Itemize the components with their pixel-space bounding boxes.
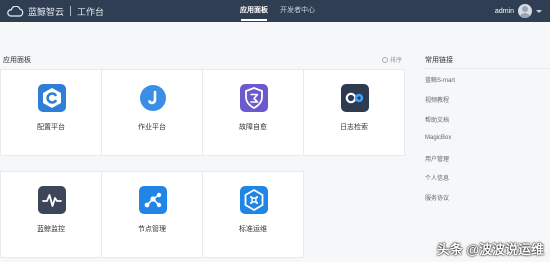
common-links-panel: 常用链接 蓝鲸S-mart 视频教程 帮助文档 MagicBox 用户管理 个人…: [406, 46, 550, 262]
nav-developer-center[interactable]: 开发者中心: [280, 0, 315, 22]
node-management-icon: [139, 186, 167, 214]
watermark: 头条 @波波说运维: [436, 242, 544, 257]
monitor-icon: [38, 186, 66, 214]
top-navigation-bar: 蓝鲸智云 工作台 应用面板 开发者中心 admin: [0, 0, 550, 22]
link-item[interactable]: MagicBox: [425, 135, 451, 141]
link-item[interactable]: 蓝鲸S-mart: [425, 75, 455, 84]
link-item[interactable]: 视频教程: [425, 95, 449, 104]
app-tile-monitor[interactable]: 蓝鲸监控: [0, 171, 102, 258]
app-label: 作业平台: [138, 124, 166, 131]
app-tile-config-platform[interactable]: 配置平台: [0, 69, 102, 156]
app-label: 故障自愈: [239, 124, 267, 131]
sort-icon: [382, 56, 388, 63]
links-divider: [425, 68, 550, 69]
app-tile-standard-ops[interactable]: 标准运维: [202, 171, 304, 258]
links-title: 常用链接: [425, 57, 453, 64]
user-menu[interactable]: admin: [495, 3, 542, 19]
app-label: 配置平台: [37, 124, 65, 131]
app-label: 节点管理: [138, 226, 166, 233]
link-item[interactable]: 服务协议: [425, 193, 449, 202]
link-item[interactable]: 个人信息: [425, 173, 449, 182]
standard-ops-icon: [240, 186, 268, 214]
chevron-down-icon: [536, 9, 542, 13]
avatar[interactable]: [518, 4, 532, 18]
sort-label: 排序: [390, 58, 403, 64]
sort-button[interactable]: 排序: [382, 55, 402, 64]
link-item[interactable]: 帮助文档: [425, 115, 449, 124]
link-item[interactable]: 用户管理: [425, 154, 449, 163]
app-label: 蓝鲸监控: [37, 226, 65, 233]
app-tile-job-platform[interactable]: 作业平台: [101, 69, 203, 156]
cloud-logo-icon: [7, 5, 24, 17]
job-platform-icon: [139, 84, 167, 112]
config-platform-icon: [38, 84, 66, 112]
app-tile-log-search[interactable]: 日志检索: [303, 69, 405, 156]
app-tile-fault-recovery[interactable]: 故障自愈: [202, 69, 304, 156]
app-label: 标准运维: [239, 226, 267, 233]
brand-name: 蓝鲸智云: [28, 6, 65, 17]
app-label: 日志检索: [340, 124, 368, 131]
panel-title: 应用面板: [3, 57, 31, 64]
nav-app-panel[interactable]: 应用面板: [240, 0, 268, 22]
brand-separator: [70, 6, 72, 16]
brand-subtitle: 工作台: [77, 6, 105, 17]
fault-recovery-icon: [240, 84, 268, 112]
username: admin: [494, 7, 514, 15]
app-tile-node-management[interactable]: 节点管理: [101, 171, 203, 258]
log-search-icon: [341, 84, 369, 112]
brand[interactable]: 蓝鲸智云 工作台: [6, 3, 104, 19]
